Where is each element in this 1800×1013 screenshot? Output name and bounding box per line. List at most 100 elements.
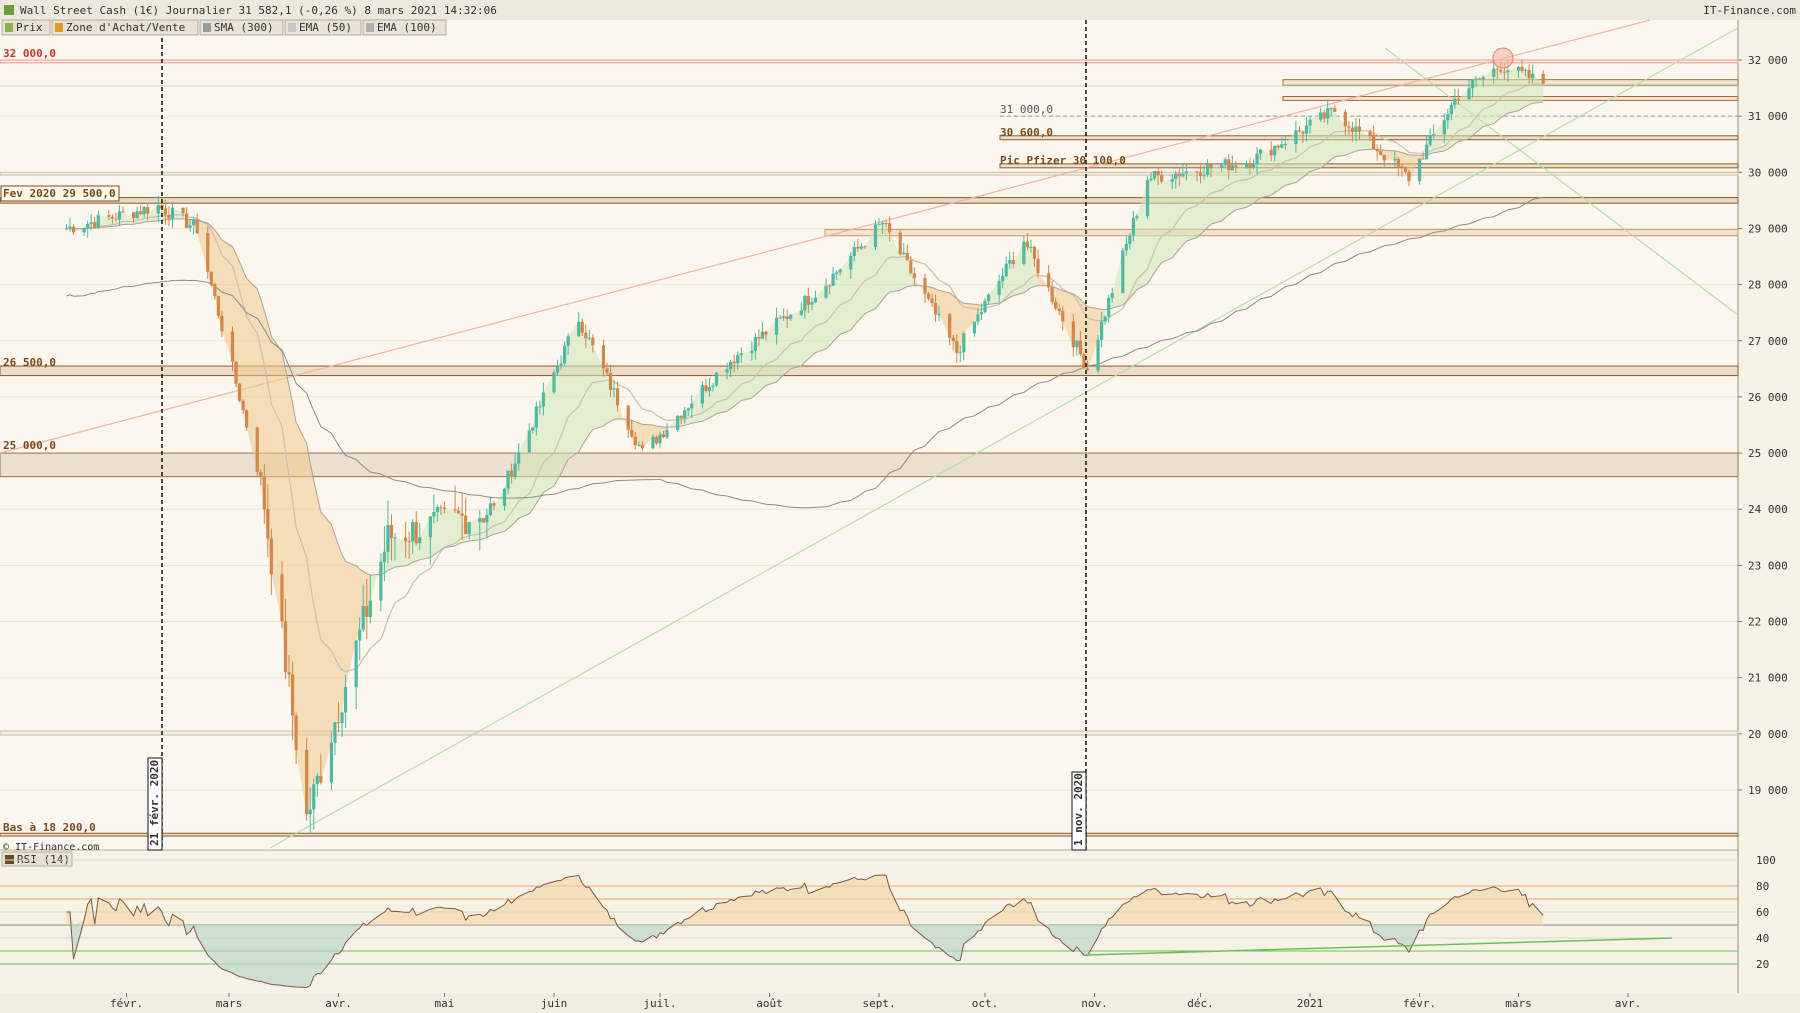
candle-body xyxy=(714,372,719,386)
candle-body xyxy=(1495,68,1499,70)
candle-body xyxy=(170,207,175,219)
candle-body xyxy=(428,516,432,538)
candle xyxy=(216,295,220,319)
chart-title: Wall Street Cash (1€) Journalier 31 582,… xyxy=(20,4,497,17)
candle-body xyxy=(909,260,913,274)
candle-body xyxy=(305,749,309,815)
candle-body xyxy=(1527,69,1531,79)
legend-label: SMA (300) xyxy=(214,21,274,34)
rsi-tick-label: 20 xyxy=(1756,958,1769,971)
candle-body xyxy=(488,503,493,515)
candle-body xyxy=(880,222,885,225)
zone-fill-segment xyxy=(1497,69,1501,121)
zone-fill-segment xyxy=(444,509,456,548)
candle-body xyxy=(354,640,358,687)
x-tick-label: juil. xyxy=(643,997,676,1010)
zone-fill-segment xyxy=(539,392,544,499)
price-chart[interactable]: Wall Street Cash (1€) Journalier 31 582,… xyxy=(0,0,1800,1013)
level-label-31000: 31 000,0 xyxy=(1000,103,1053,116)
candle-body xyxy=(1449,104,1453,115)
candle-body xyxy=(1156,171,1160,176)
candle-body xyxy=(1230,165,1234,171)
candle-body xyxy=(1506,70,1510,73)
candle-body xyxy=(1520,66,1524,71)
candle-body xyxy=(442,507,447,510)
candle-body xyxy=(195,219,199,234)
x-tick-label: déc. xyxy=(1187,997,1214,1010)
candle-body xyxy=(637,445,641,447)
candle-body xyxy=(898,232,902,255)
candle-body xyxy=(690,403,694,409)
level-label-25000: 25 000,0 xyxy=(3,439,56,452)
candle-body xyxy=(983,301,987,313)
zone-fill-segment xyxy=(705,386,710,420)
candle-body xyxy=(1202,175,1206,177)
candle-body xyxy=(1280,144,1284,148)
candle-body xyxy=(640,445,644,449)
candle-body xyxy=(877,224,881,226)
candle-body xyxy=(206,233,210,272)
candle-body xyxy=(651,436,655,449)
candle-body xyxy=(838,269,842,273)
x-tick-label: mars xyxy=(216,997,243,1010)
y-tick-label: 29 000 xyxy=(1748,222,1788,235)
zone-fill-segment xyxy=(112,218,116,227)
candle-body xyxy=(732,361,736,364)
x-tick-label: avr. xyxy=(1615,997,1642,1010)
candle-body xyxy=(1227,159,1231,171)
candle-body xyxy=(1347,126,1351,128)
candle-body xyxy=(1523,69,1528,71)
x-tick-label: mars xyxy=(1505,997,1532,1010)
candle-body xyxy=(933,302,938,315)
zone-fill-segment xyxy=(440,507,445,551)
candle-body xyxy=(460,513,464,516)
candle-body xyxy=(1368,131,1372,136)
candle-body xyxy=(329,742,334,783)
zone-fill-segment xyxy=(1235,163,1247,210)
zone-fill-segment xyxy=(1246,163,1250,208)
candle-body xyxy=(142,206,146,215)
candle-body xyxy=(1075,340,1079,348)
candle-body xyxy=(93,222,97,228)
candle-body xyxy=(1354,126,1358,132)
candle-body xyxy=(863,246,867,248)
zone-fill-segment xyxy=(320,511,332,783)
candle-body xyxy=(1008,260,1012,264)
candle-body xyxy=(64,228,69,230)
zone-fill-segment xyxy=(1175,173,1180,254)
candle-body xyxy=(630,429,634,437)
zone-fill-segment xyxy=(578,321,583,452)
candle-body xyxy=(1379,151,1383,155)
candle-body xyxy=(810,302,814,305)
zone-fill-segment xyxy=(638,422,643,449)
candle-body xyxy=(1103,316,1107,322)
candle-body xyxy=(976,314,980,322)
candle-body xyxy=(89,222,93,225)
candle xyxy=(1121,247,1125,294)
zone-fill-segment xyxy=(879,222,883,305)
candle-body xyxy=(803,295,807,311)
copyright-label: © IT-Finance.com xyxy=(3,842,99,853)
candle-body xyxy=(531,427,535,431)
candle-body xyxy=(1333,108,1337,112)
candle-body xyxy=(139,211,143,215)
candle-body xyxy=(1011,260,1015,264)
zone-fill-segment xyxy=(289,385,293,716)
candle-body xyxy=(1174,173,1178,179)
candle-body xyxy=(358,629,362,641)
candle-body xyxy=(1152,171,1157,179)
candle-body xyxy=(121,211,125,213)
candle-body xyxy=(729,361,733,370)
zone-fill-segment xyxy=(1154,171,1159,273)
candle-body xyxy=(608,372,613,390)
candle-body xyxy=(1357,126,1362,132)
candle-body xyxy=(117,211,122,220)
y-tick-label: 32 000 xyxy=(1748,54,1788,67)
candle-body xyxy=(633,436,637,446)
candle-body xyxy=(439,507,443,509)
candle-body xyxy=(1308,119,1312,126)
zone-fill-segment xyxy=(857,246,862,322)
candle-body xyxy=(1220,164,1224,169)
candle-body xyxy=(605,368,609,373)
candle-body xyxy=(1304,125,1309,134)
